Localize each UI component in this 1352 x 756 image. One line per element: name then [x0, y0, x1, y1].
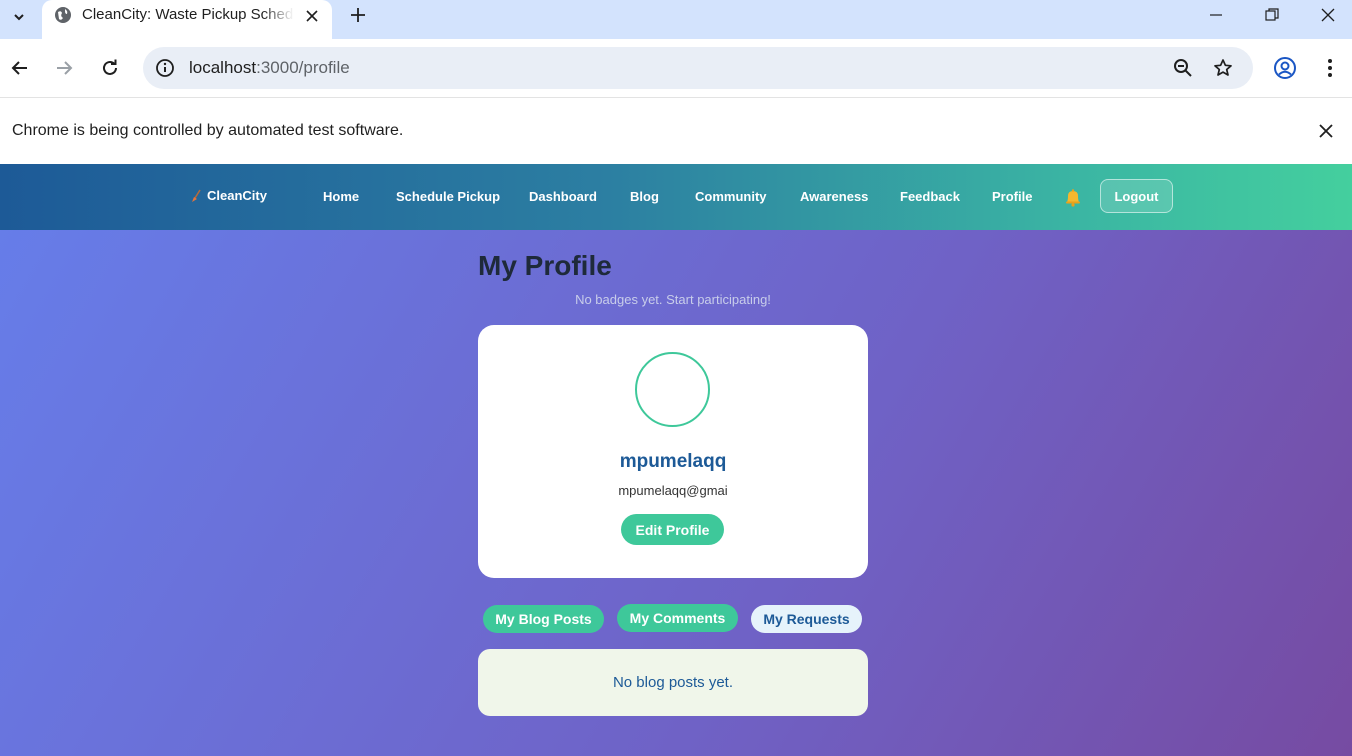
new-tab-button[interactable] — [345, 2, 371, 28]
minimize-icon — [1210, 14, 1222, 16]
profile-username: mpumelaqq — [619, 451, 727, 472]
nav-schedule-pickup[interactable]: Schedule Pickup — [396, 189, 500, 204]
tab-title: CleanCity: Waste Pickup Scheduler — [82, 6, 294, 23]
edit-profile-button[interactable]: Edit Profile — [621, 514, 724, 545]
more-vert-icon — [1328, 59, 1332, 77]
close-icon — [1321, 8, 1335, 22]
tab-strip: CleanCity: Waste Pickup Scheduler — [0, 0, 1352, 39]
restore-icon — [1265, 8, 1279, 21]
close-icon — [1319, 124, 1333, 138]
nav-profile[interactable]: Profile — [992, 189, 1032, 204]
nav-feedback[interactable]: Feedback — [900, 189, 960, 204]
restore-button[interactable] — [1244, 0, 1300, 30]
browser-toolbar: localhost:3000/profile — [0, 39, 1352, 97]
profile-card: mpumelaqq mpumelaqq@gmai Edit Profile — [478, 325, 868, 578]
url-host: localhost — [189, 58, 257, 77]
infobar-message: Chrome is being controlled by automated … — [12, 122, 404, 139]
arrow-right-icon — [57, 61, 73, 75]
zoom-button[interactable] — [1169, 54, 1197, 82]
info-icon — [156, 59, 174, 77]
brand-logo[interactable]: CleanCity — [190, 188, 267, 203]
page-content: CleanCity Home Schedule Pickup Dashboard… — [0, 164, 1352, 756]
tab-my-blog-posts[interactable]: My Blog Posts — [483, 605, 604, 633]
address-bar[interactable]: localhost:3000/profile — [143, 47, 1253, 89]
avatar — [635, 352, 710, 427]
nav-home[interactable]: Home — [323, 189, 359, 204]
bookmark-button[interactable] — [1209, 54, 1237, 82]
empty-state: No blog posts yet. — [478, 649, 868, 716]
nav-blog[interactable]: Blog — [630, 189, 659, 204]
logout-button[interactable]: Logout — [1100, 179, 1173, 213]
forward-button[interactable] — [50, 54, 78, 82]
star-icon — [1214, 59, 1232, 76]
brand-name: CleanCity — [207, 188, 267, 203]
site-navbar: CleanCity Home Schedule Pickup Dashboard… — [0, 164, 1352, 230]
site-info-button[interactable] — [151, 54, 179, 82]
back-button[interactable] — [6, 54, 34, 82]
globe-icon — [55, 7, 71, 23]
minimize-button[interactable] — [1188, 0, 1244, 30]
empty-message: No blog posts yet. — [612, 674, 734, 691]
tab-my-requests[interactable]: My Requests — [751, 605, 862, 633]
reload-icon — [103, 59, 117, 75]
zoom-out-icon — [1174, 59, 1192, 77]
menu-button[interactable] — [1315, 53, 1345, 83]
nav-dashboard[interactable]: Dashboard — [529, 189, 597, 204]
plus-icon — [351, 8, 365, 22]
page-title: My Profile — [478, 250, 612, 281]
profile-button[interactable] — [1270, 53, 1300, 83]
account-icon — [1274, 57, 1296, 79]
chevron-down-icon — [14, 14, 24, 21]
bell-icon — [1066, 189, 1080, 207]
reload-button[interactable] — [96, 54, 124, 82]
broom-icon — [192, 189, 201, 202]
profile-email: mpumelaqq@gmai — [618, 483, 728, 498]
infobar-close-button[interactable] — [1313, 118, 1339, 144]
tab-close-button[interactable] — [300, 4, 324, 28]
nav-awareness[interactable]: Awareness — [800, 189, 868, 204]
close-window-button[interactable] — [1300, 0, 1352, 30]
tab-search-button[interactable] — [4, 2, 34, 32]
url-text: localhost:3000/profile — [189, 58, 350, 78]
badges-note: No badges yet. Start participating! — [575, 292, 771, 307]
nav-community[interactable]: Community — [695, 189, 767, 204]
tab-my-comments[interactable]: My Comments — [617, 604, 738, 632]
close-icon — [306, 10, 318, 22]
browser-tab[interactable]: CleanCity: Waste Pickup Scheduler — [42, 0, 332, 39]
notifications-button[interactable] — [1063, 187, 1083, 212]
arrow-left-icon — [11, 61, 27, 75]
url-path: :3000/profile — [256, 58, 350, 77]
automation-infobar: Chrome is being controlled by automated … — [0, 97, 1352, 164]
